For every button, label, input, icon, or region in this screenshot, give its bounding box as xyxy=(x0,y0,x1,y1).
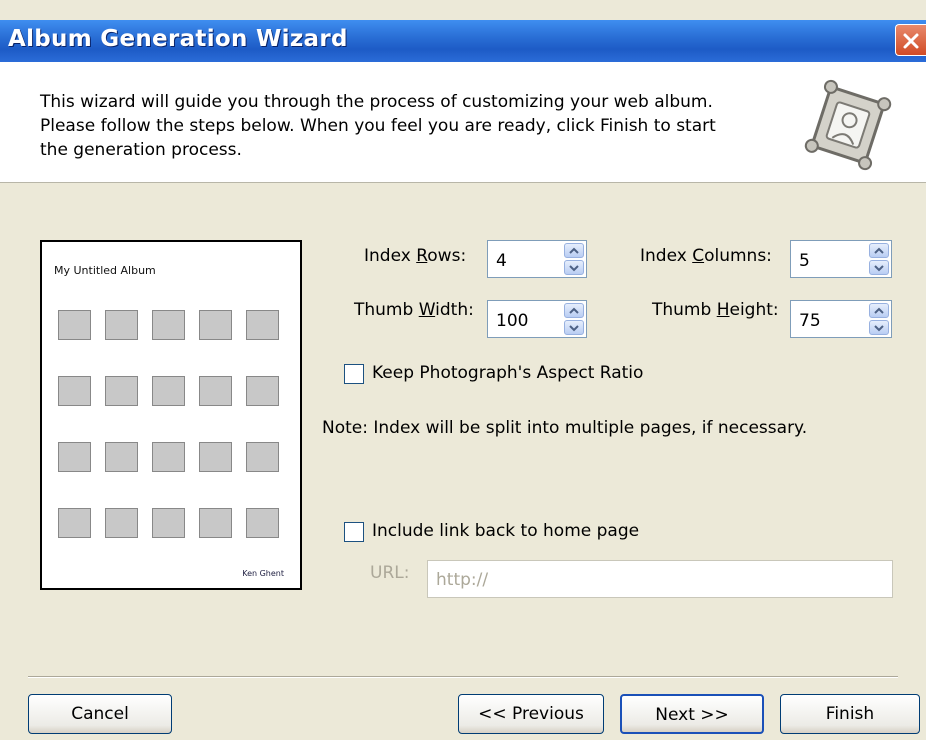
spin-up-icon[interactable] xyxy=(869,243,889,258)
title-bar[interactable]: Album Generation Wizard xyxy=(0,20,926,62)
label-text: olumns: xyxy=(704,246,772,266)
url-input[interactable]: http:// xyxy=(427,560,893,598)
finish-button[interactable]: Finish xyxy=(780,694,920,734)
preview-thumbnail xyxy=(58,376,91,406)
home-link-label[interactable]: Include link back to home page xyxy=(372,521,639,541)
preview-thumbnail xyxy=(58,310,91,340)
label-accelerator: W xyxy=(418,300,436,320)
preview-thumbnail xyxy=(246,376,279,406)
url-label: URL: xyxy=(370,563,410,583)
preview-thumbnail xyxy=(105,508,138,538)
thumb-width-label: Thumb Width: xyxy=(354,300,474,320)
index-split-note: Note: Index will be split into multiple … xyxy=(322,418,808,438)
index-rows-input[interactable]: 4 xyxy=(487,240,587,278)
spin-up-icon[interactable] xyxy=(564,243,584,258)
thumb-width-value: 100 xyxy=(496,311,529,331)
spin-down-icon[interactable] xyxy=(869,260,889,275)
preview-thumbnail xyxy=(199,442,232,472)
thumb-height-value: 75 xyxy=(799,311,821,331)
label-text: idth: xyxy=(435,300,474,320)
label-text: eight: xyxy=(729,300,779,320)
index-columns-input[interactable]: 5 xyxy=(790,240,892,278)
preview-thumbnail xyxy=(58,508,91,538)
home-link-checkbox[interactable] xyxy=(344,522,364,542)
preview-thumbnail xyxy=(152,376,185,406)
wizard-window: Album Generation Wizard This wizard will… xyxy=(0,0,926,740)
intro-line: the generation process. xyxy=(40,140,242,160)
thumb-height-label: Thumb Height: xyxy=(652,300,779,320)
wizard-header: This wizard will guide you through the p… xyxy=(0,62,926,183)
label-text: Thumb xyxy=(354,300,419,320)
album-preview: My Untitled Album Ken Ghent xyxy=(40,240,302,590)
thumb-width-input[interactable]: 100 xyxy=(487,300,587,338)
preview-thumbnail xyxy=(152,442,185,472)
spin-down-icon[interactable] xyxy=(869,320,889,335)
label-accelerator: R xyxy=(416,246,428,266)
preview-thumbnail xyxy=(199,310,232,340)
preview-thumbnail xyxy=(152,310,185,340)
index-columns-label: Index Columns: xyxy=(640,246,772,266)
label-text: Thumb xyxy=(652,300,717,320)
label-text: Index xyxy=(640,246,693,266)
index-columns-spinner[interactable] xyxy=(869,243,889,275)
intro-line: Please follow the steps below. When you … xyxy=(40,116,716,136)
preview-thumbnail xyxy=(58,442,91,472)
preview-thumbnail xyxy=(246,442,279,472)
thumb-height-spinner[interactable] xyxy=(869,303,889,335)
spin-down-icon[interactable] xyxy=(564,260,584,275)
index-rows-spinner[interactable] xyxy=(564,243,584,275)
next-button[interactable]: Next >> xyxy=(620,694,764,734)
preview-thumbnail xyxy=(105,310,138,340)
preview-thumbnail xyxy=(152,508,185,538)
index-rows-value: 4 xyxy=(496,251,507,271)
cancel-button[interactable]: Cancel xyxy=(28,694,172,734)
label-text: ows: xyxy=(427,246,467,266)
spin-up-icon[interactable] xyxy=(869,303,889,318)
aspect-ratio-checkbox[interactable] xyxy=(344,364,364,384)
spin-down-icon[interactable] xyxy=(564,320,584,335)
preview-thumbnail xyxy=(246,508,279,538)
index-rows-label: Index Rows: xyxy=(364,246,466,266)
aspect-ratio-label[interactable]: Keep Photograph's Aspect Ratio xyxy=(372,363,643,383)
preview-thumbnail xyxy=(199,376,232,406)
label-accelerator: C xyxy=(692,246,705,266)
button-separator xyxy=(28,676,898,678)
thumb-height-input[interactable]: 75 xyxy=(790,300,892,338)
index-columns-value: 5 xyxy=(799,251,810,271)
label-text: Index xyxy=(364,246,417,266)
label-accelerator: H xyxy=(716,300,730,320)
thumb-width-spinner[interactable] xyxy=(564,303,584,335)
preview-footer: Ken Ghent xyxy=(242,569,284,578)
close-button[interactable] xyxy=(895,24,926,56)
preview-thumbnail xyxy=(105,442,138,472)
spin-up-icon[interactable] xyxy=(564,303,584,318)
previous-button[interactable]: << Previous xyxy=(458,694,604,734)
preview-thumbnail xyxy=(246,310,279,340)
album-frame-logo-icon xyxy=(800,70,896,185)
preview-album-title: My Untitled Album xyxy=(54,264,156,277)
window-title: Album Generation Wizard xyxy=(8,26,348,52)
intro-text: This wizard will guide you through the p… xyxy=(40,90,760,162)
preview-thumbnail xyxy=(105,376,138,406)
preview-thumbnail xyxy=(199,508,232,538)
intro-line: This wizard will guide you through the p… xyxy=(40,92,713,112)
url-value: http:// xyxy=(436,570,489,590)
